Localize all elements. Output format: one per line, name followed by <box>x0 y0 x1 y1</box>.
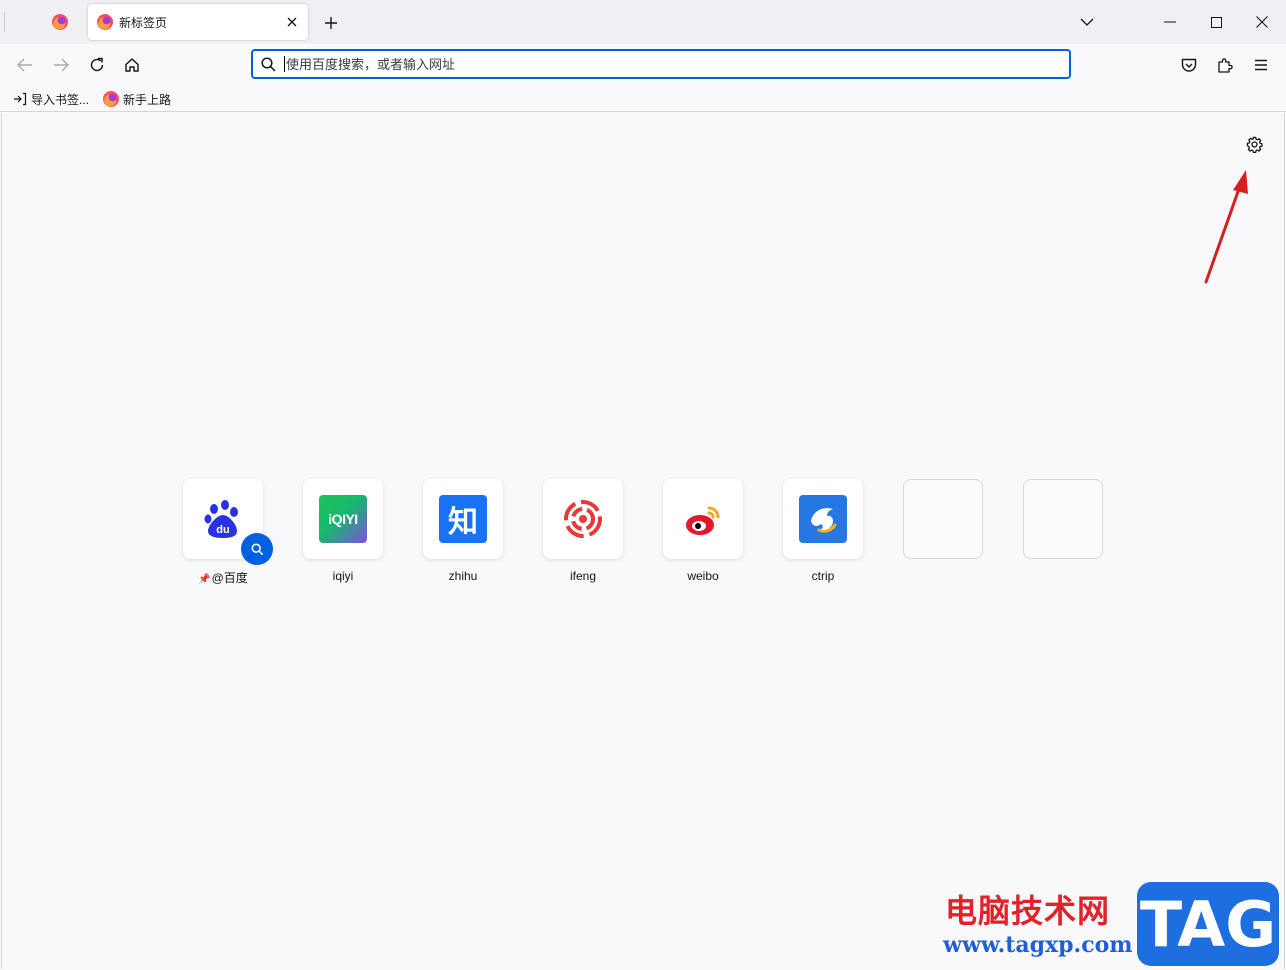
search-icon <box>261 56 276 72</box>
top-site-zhihu[interactable]: 知 zhihu <box>423 479 503 583</box>
pocket-button[interactable] <box>1174 50 1204 80</box>
reload-button[interactable] <box>82 50 112 80</box>
tile-box[interactable]: du <box>183 479 273 565</box>
tile-label: weibo <box>687 569 719 583</box>
empty-tile-box[interactable] <box>1023 479 1103 559</box>
home-icon <box>125 58 139 72</box>
pin-icon: 📌 <box>198 574 211 585</box>
top-site-weibo[interactable]: weibo <box>663 479 743 583</box>
baidu-paw-icon: du <box>204 500 238 538</box>
reload-icon <box>90 57 104 72</box>
arrow-left-icon <box>17 58 32 72</box>
zhihu-logo-text: 知 <box>448 506 478 539</box>
top-site-baidu[interactable]: du 📌@百度 <box>183 479 273 585</box>
watermark-logo: TAG <box>1137 882 1279 966</box>
top-sites-grid: du 📌@百度 iQIYI iqiyi 知 zhihu ifeng weibo … <box>183 479 1103 585</box>
watermark-url: www.tagxp.com <box>943 932 1133 958</box>
firefox-icon <box>103 91 119 107</box>
tile-label: ifeng <box>569 569 597 583</box>
bookmark-label: 新手上路 <box>123 92 172 107</box>
top-site-ifeng[interactable]: ifeng <box>543 479 623 583</box>
arrow-right-icon <box>54 58 69 72</box>
home-button[interactable] <box>117 50 147 80</box>
gear-icon <box>1246 136 1263 153</box>
hamburger-menu-icon <box>1255 59 1267 71</box>
close-icon <box>1256 16 1268 28</box>
bookmark-getting-started[interactable]: 新手上路 <box>103 89 171 109</box>
tile-label: @百度 <box>211 571 248 585</box>
dolphin-icon <box>811 508 837 533</box>
tile-box[interactable]: 知 <box>423 479 503 559</box>
iqiyi-logo-text: iQIYI <box>328 511 358 527</box>
tab-new-tab[interactable]: 新标签页 <box>88 4 308 40</box>
weibo-logo-icon <box>686 506 720 535</box>
menu-button[interactable] <box>1246 50 1276 80</box>
maximize-button[interactable] <box>1193 0 1239 44</box>
watermark: 电脑技术网 www.tagxp.com TAG <box>935 882 1281 968</box>
minimize-button[interactable] <box>1147 0 1193 44</box>
close-window-button[interactable] <box>1239 0 1285 44</box>
iqiyi-logo-icon: iQIYI <box>319 495 367 543</box>
text-caret <box>284 56 285 72</box>
top-site-empty[interactable] <box>903 479 983 583</box>
bookmark-import[interactable]: 导入书签... <box>13 89 89 109</box>
extensions-button[interactable] <box>1210 50 1240 80</box>
tile-box[interactable] <box>543 479 623 559</box>
minimize-icon <box>1164 21 1176 23</box>
ifeng-phoenix-icon <box>564 500 602 538</box>
tile-box[interactable]: iQIYI <box>303 479 383 559</box>
bookmark-label: 导入书签... <box>31 92 90 107</box>
tile-label: ctrip <box>811 569 835 583</box>
close-icon[interactable] <box>280 10 304 34</box>
firefox-icon <box>97 14 113 30</box>
tile-label-row: 📌@百度 <box>198 569 248 585</box>
maximize-icon <box>1210 16 1222 28</box>
import-icon <box>14 92 27 106</box>
personalize-settings-button[interactable] <box>1241 131 1267 157</box>
top-site-iqiyi[interactable]: iQIYI iqiyi <box>303 479 383 583</box>
tab-title: 新标签页 <box>119 15 168 30</box>
zhihu-logo-icon: 知 <box>439 495 487 543</box>
chevron-down-icon <box>1080 18 1094 26</box>
nav-bar <box>0 44 1286 86</box>
tab-separator <box>4 12 5 32</box>
tile-box[interactable] <box>783 479 863 559</box>
pinned-tab[interactable] <box>40 9 80 35</box>
back-button[interactable] <box>10 50 40 80</box>
plus-icon <box>325 17 337 29</box>
ctrip-dolphin-icon <box>799 495 847 543</box>
top-site-ctrip[interactable]: ctrip <box>783 479 863 583</box>
url-bar[interactable] <box>251 49 1071 79</box>
pocket-icon <box>1181 58 1197 72</box>
tab-strip: 新标签页 <box>0 0 1286 44</box>
annotation-arrow <box>1204 170 1248 284</box>
firefox-icon <box>52 14 68 30</box>
puzzle-icon <box>1218 58 1233 73</box>
top-site-empty[interactable] <box>1023 479 1103 583</box>
tile-box[interactable] <box>663 479 743 559</box>
tile-label: zhihu <box>448 569 478 583</box>
search-icon <box>251 543 263 555</box>
empty-tile-box[interactable] <box>903 479 983 559</box>
search-shortcut-badge <box>241 533 273 565</box>
url-input[interactable] <box>286 56 1069 72</box>
watermark-title: 电脑技术网 <box>945 892 1111 930</box>
bookmarks-toolbar: 导入书签... 新手上路 <box>0 86 1286 112</box>
forward-button[interactable] <box>46 50 76 80</box>
list-all-tabs-button[interactable] <box>1074 10 1100 34</box>
tile-label: iqiyi <box>332 569 354 583</box>
new-tab-button[interactable] <box>318 10 344 36</box>
svg-text:du: du <box>216 524 229 536</box>
